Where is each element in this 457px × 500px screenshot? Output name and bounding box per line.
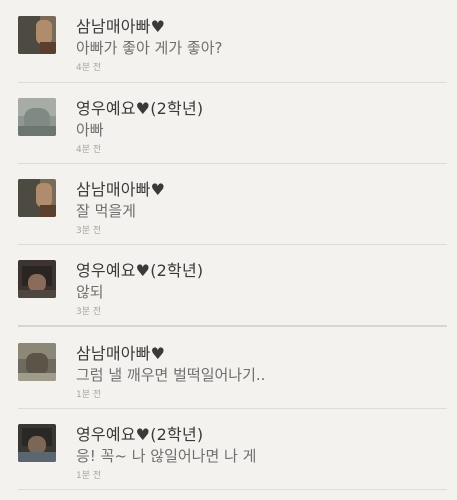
comment-author: 영우예요♥(2학년) xyxy=(76,99,204,118)
comment-time: 4분 전 xyxy=(76,145,102,155)
comment-item: 삼남매아빠♥ 잘 먹을게 3분 전 xyxy=(0,163,457,245)
comment-time: 3분 전 xyxy=(76,307,102,317)
avatar[interactable] xyxy=(18,179,56,217)
comment-author: 영우예요♥(2학년) xyxy=(76,261,204,280)
comment-text: 아빠가 좋아 게가 좋아? xyxy=(76,39,223,57)
comment-author: 영우예요♥(2학년) xyxy=(76,425,204,444)
divider xyxy=(18,489,447,490)
comment-author: 삼남매아빠♥ xyxy=(76,180,166,199)
avatar[interactable] xyxy=(18,16,56,54)
comment-text: 응! 꼭~ 나 않일어나면 나 게 xyxy=(76,447,257,465)
avatar[interactable] xyxy=(18,98,56,136)
comment-time: 1분 전 xyxy=(76,471,102,481)
avatar[interactable] xyxy=(18,424,56,462)
comment-text: 그럼 낼 깨우면 벌떡일어나기.. xyxy=(76,366,266,384)
comment-item: 영우예요♥(2학년) 응! 꼭~ 나 않일어나면 나 게 1분 전 xyxy=(0,408,457,490)
comment-item: 삼남매아빠♥ 아빠가 좋아 게가 좋아? 4분 전 xyxy=(0,0,457,82)
comment-text: 아빠 xyxy=(76,121,104,139)
comment-item: 영우예요♥(2학년) 않되 3분 전 xyxy=(0,244,457,326)
comment-item: 영우예요♥(2학년) 아빠 4분 전 xyxy=(0,82,457,164)
comment-time: 1분 전 xyxy=(76,390,102,400)
comment-item: 삼남매아빠♥ 그럼 낼 깨우면 벌떡일어나기.. 1분 전 xyxy=(0,327,457,409)
avatar[interactable] xyxy=(18,343,56,381)
comment-time: 4분 전 xyxy=(76,63,102,73)
comment-time: 3분 전 xyxy=(76,226,102,236)
avatar[interactable] xyxy=(18,260,56,298)
comment-text: 잘 먹을게 xyxy=(76,202,136,220)
comment-list: 삼남매아빠♥ 아빠가 좋아 게가 좋아? 4분 전 영우예요♥(2학년) 아빠 … xyxy=(0,0,457,500)
comment-text: 않되 xyxy=(76,283,104,301)
comment-author: 삼남매아빠♥ xyxy=(76,344,166,363)
comment-author: 삼남매아빠♥ xyxy=(76,17,166,36)
